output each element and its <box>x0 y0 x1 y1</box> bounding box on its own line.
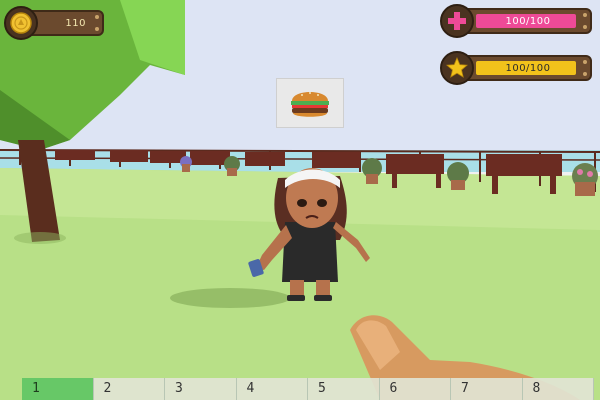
health-badge <box>440 4 474 38</box>
hotbar-slot-8[interactable]: 8 <box>522 378 594 400</box>
hotbar-slot-4[interactable]: 4 <box>236 378 308 400</box>
screw <box>583 25 587 29</box>
xp-value: 100/100 <box>505 62 551 74</box>
health-bar: 100/100 <box>440 4 592 38</box>
hotbar-slot-2[interactable]: 2 <box>93 378 165 400</box>
coins-value: 110 <box>65 17 86 29</box>
coins-counter: 110 <box>4 6 104 40</box>
screw <box>583 13 587 17</box>
xp-badge <box>440 51 474 85</box>
inventory-hotbar: 12345678 <box>22 378 594 400</box>
burger-icon <box>291 92 329 117</box>
hotbar-slot-1[interactable]: 1 <box>22 378 94 400</box>
screw <box>95 27 99 31</box>
character-shadow <box>170 288 290 308</box>
screw <box>95 15 99 19</box>
star-icon <box>446 57 468 78</box>
xp-bar: 100/100 <box>440 51 592 85</box>
hotbar-slot-6[interactable]: 6 <box>379 378 451 400</box>
screw <box>583 60 587 64</box>
coin-icon <box>10 12 32 34</box>
health-cross-icon <box>448 12 466 30</box>
screw <box>583 72 587 76</box>
quest-item-card[interactable] <box>276 78 344 128</box>
health-value: 100/100 <box>505 15 551 27</box>
hotbar-slot-3[interactable]: 3 <box>165 378 237 400</box>
coin-badge <box>4 6 38 40</box>
hotbar-slot-5[interactable]: 5 <box>308 378 380 400</box>
hotbar-slot-7[interactable]: 7 <box>451 378 523 400</box>
